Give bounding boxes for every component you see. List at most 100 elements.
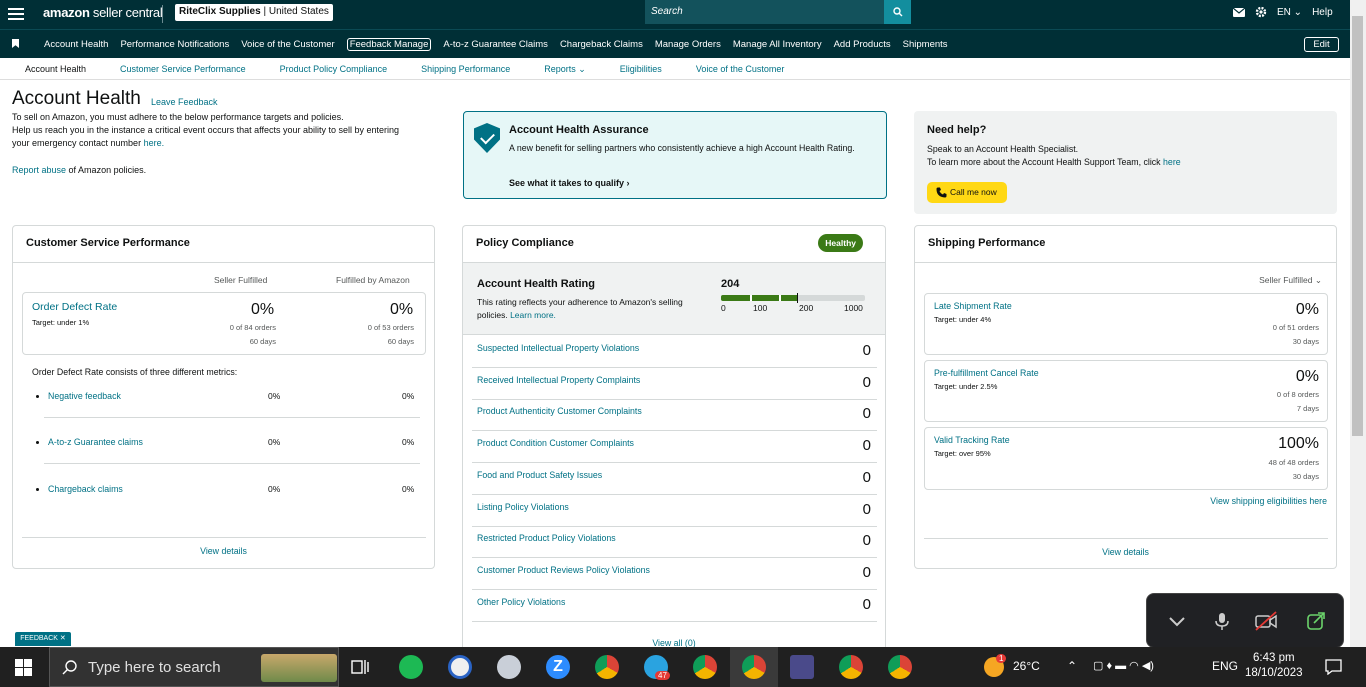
- spotify-icon[interactable]: [399, 655, 423, 679]
- nav-item-account-health[interactable]: Account Health: [44, 39, 108, 51]
- odr-target: Target: under 1%: [32, 318, 90, 327]
- sub-nav: Account Health Customer Service Performan…: [0, 58, 1350, 80]
- scale-label: 200: [799, 303, 814, 313]
- nav-item-a-to-z-guarantee-claims[interactable]: A-to-z Guarantee Claims: [443, 39, 548, 51]
- scrollbar-thumb[interactable]: [1352, 16, 1363, 436]
- a-to-z-claims-link[interactable]: A-to-z Guarantee claims: [48, 437, 143, 447]
- chevron-right-icon: ›: [626, 178, 630, 188]
- bullet: [36, 395, 39, 398]
- camera-off-icon[interactable]: [1254, 611, 1278, 631]
- gear-icon[interactable]: [1255, 6, 1267, 18]
- policy-row-link[interactable]: Customer Product Reviews Policy Violatio…: [477, 565, 650, 575]
- snipping-tool-icon[interactable]: [497, 655, 521, 679]
- feedback-tab[interactable]: FEEDBACK ✕: [15, 632, 71, 646]
- nav-item-add-products[interactable]: Add Products: [834, 39, 891, 51]
- taskbar-search-input[interactable]: Type here to search: [49, 647, 339, 687]
- policy-row-count: 0: [862, 563, 871, 581]
- input-language[interactable]: ENG: [1212, 659, 1238, 673]
- policy-row-link[interactable]: Listing Policy Violations: [477, 502, 569, 512]
- subnav-item-eligibilities[interactable]: Eligibilities: [620, 64, 662, 75]
- support-team-link[interactable]: here: [1163, 157, 1181, 167]
- help-link[interactable]: Help: [1312, 7, 1333, 18]
- csp-view-details-link[interactable]: View details: [13, 546, 434, 556]
- zoom-icon[interactable]: Z: [546, 655, 570, 679]
- calculator-icon[interactable]: [790, 655, 814, 679]
- policy-row-link[interactable]: Suspected Intellectual Property Violatio…: [477, 343, 639, 353]
- policy-row-link[interactable]: Product Condition Customer Complaints: [477, 438, 634, 448]
- nav-item-manage-all-inventory[interactable]: Manage All Inventory: [733, 39, 822, 51]
- chrome-profile-m-icon[interactable]: [693, 655, 717, 679]
- order-defect-rate-link[interactable]: Order Defect Rate: [32, 301, 117, 313]
- store-selector[interactable]: RiteClix Supplies | United States: [175, 4, 333, 21]
- negative-feedback-link[interactable]: Negative feedback: [48, 391, 121, 401]
- valid-tracking-rate-link[interactable]: Valid Tracking Rate: [934, 435, 1010, 445]
- divider: [44, 417, 420, 418]
- subnav-item-product-policy-compliance[interactable]: Product Policy Compliance: [280, 64, 388, 75]
- edit-nav-button[interactable]: Edit: [1304, 37, 1339, 52]
- col-seller-fulfilled: Seller Fulfilled: [214, 275, 268, 285]
- chrome-profile-icon[interactable]: [595, 655, 619, 679]
- policy-row-count: 0: [862, 595, 871, 613]
- nav-item-voice-of-the-customer[interactable]: Voice of the Customer: [241, 39, 334, 51]
- subnav-item-customer-service-performance[interactable]: Customer Service Performance: [120, 64, 246, 75]
- policy-row-link[interactable]: Other Policy Violations: [477, 597, 565, 607]
- bookmark-icon[interactable]: [12, 39, 19, 48]
- notifications-icon[interactable]: [1325, 659, 1342, 675]
- language-selector[interactable]: EN ⌄: [1277, 7, 1302, 18]
- call-me-now-button[interactable]: Call me now: [927, 182, 1007, 203]
- subnav-item-account-health[interactable]: Account Health: [25, 64, 86, 75]
- subnav-item-shipping-performance[interactable]: Shipping Performance: [421, 64, 510, 75]
- subnav-item-reports[interactable]: Reports ⌄: [544, 64, 586, 75]
- nav-item-manage-orders[interactable]: Manage Orders: [655, 39, 721, 51]
- policy-row-link[interactable]: Restricted Product Policy Violations: [477, 533, 616, 543]
- chrome-profile-s-icon[interactable]: [839, 655, 863, 679]
- search-button[interactable]: [884, 0, 911, 24]
- learn-more-link[interactable]: Learn more.: [510, 310, 556, 320]
- policy-row-link[interactable]: Product Authenticity Customer Complaints: [477, 406, 642, 416]
- shipping-title: Shipping Performance: [928, 237, 1046, 249]
- ahr-marker: [797, 293, 799, 303]
- seller-odr-orders: 0 of 84 orders: [229, 323, 276, 332]
- hamburger-menu-icon[interactable]: [8, 5, 24, 23]
- policy-row-count: 0: [862, 373, 871, 391]
- clock-app-icon[interactable]: [448, 655, 472, 679]
- mail-icon[interactable]: [1233, 7, 1245, 17]
- chrome-profile-r-icon[interactable]: [888, 655, 912, 679]
- policy-row-link[interactable]: Food and Product Safety Issues: [477, 470, 602, 480]
- task-view-icon[interactable]: [351, 658, 369, 676]
- late-shipment-rate-link[interactable]: Late Shipment Rate: [934, 301, 1012, 311]
- phone-icon: [936, 187, 947, 198]
- cancel-rate-link[interactable]: Pre-fulfillment Cancel Rate: [934, 368, 1039, 378]
- divider: [162, 5, 163, 23]
- page-scrollbar[interactable]: [1350, 0, 1366, 647]
- emergency-contact-link[interactable]: here.: [144, 138, 165, 148]
- policy-row-link[interactable]: Received Intellectual Property Complaint…: [477, 375, 640, 385]
- shipping-eligibilities-link[interactable]: View shipping eligibilities here: [1210, 496, 1327, 506]
- show-hidden-icons[interactable]: ⌃: [1067, 659, 1077, 673]
- assurance-title: Account Health Assurance: [509, 124, 649, 136]
- windows-start-icon[interactable]: [15, 659, 32, 676]
- nav-item-feedback-manage[interactable]: Feedback Manage: [346, 38, 432, 51]
- report-abuse-link[interactable]: Report abuse: [12, 165, 66, 175]
- nav-item-performance-notifications[interactable]: Performance Notifications: [120, 39, 229, 51]
- clock[interactable]: 6:43 pm 18/10/2023: [1245, 651, 1303, 681]
- microphone-icon[interactable]: [1212, 611, 1232, 631]
- policy-row-count: 0: [862, 532, 871, 550]
- subnav-item-voice-of-the-customer[interactable]: Voice of the Customer: [696, 64, 785, 75]
- qualify-link[interactable]: See what it takes to qualify ›: [509, 178, 630, 188]
- chrome-profile-l-icon[interactable]: [742, 655, 766, 679]
- chargeback-claims-link[interactable]: Chargeback claims: [48, 484, 123, 494]
- open-external-icon[interactable]: [1306, 611, 1326, 631]
- nav-item-chargeback-claims[interactable]: Chargeback Claims: [560, 39, 643, 51]
- chevron-down-icon[interactable]: [1167, 611, 1187, 631]
- fulfillment-filter-dropdown[interactable]: Seller Fulfilled ⌄: [1259, 275, 1322, 286]
- search-input[interactable]: Search: [645, 0, 886, 24]
- tray-icons[interactable]: ▢ ♦ ▬ ◠ ◀): [1093, 659, 1154, 672]
- scale-tick: [779, 295, 781, 301]
- shipping-view-details-link[interactable]: View details: [915, 547, 1336, 557]
- negative-feedback-fba: 0%: [402, 391, 415, 401]
- leave-feedback-link[interactable]: Leave Feedback: [151, 97, 218, 107]
- bullet: [36, 441, 39, 444]
- nav-item-shipments[interactable]: Shipments: [903, 39, 948, 51]
- seller-central-logo[interactable]: amazon seller central: [43, 5, 163, 20]
